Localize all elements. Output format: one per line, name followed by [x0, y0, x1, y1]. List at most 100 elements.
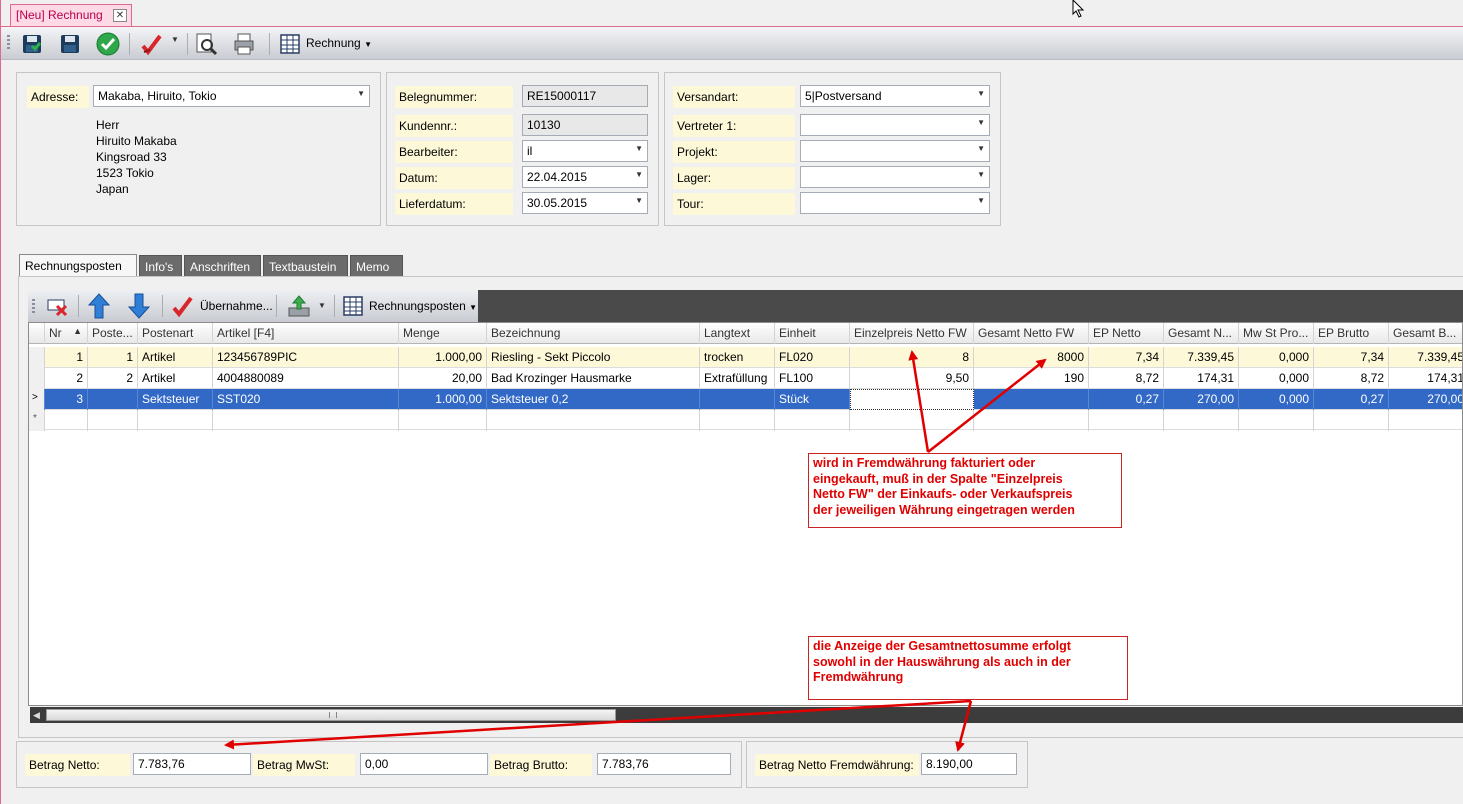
column-header-bezeichnung[interactable]: Bezeichnung	[487, 323, 700, 344]
new-row-icon[interactable]: *	[29, 410, 45, 431]
cell[interactable]: trocken	[700, 347, 775, 368]
cell[interactable]: 174,31	[1389, 368, 1462, 389]
column-header-menge[interactable]: Menge	[399, 323, 487, 344]
report-button[interactable]	[277, 31, 303, 57]
belegnummer-field[interactable]: RE15000117	[522, 85, 648, 107]
table-row[interactable]: 1 1 Artikel 123456789PIC 1.000,00 Riesli…	[29, 347, 1462, 368]
import-button[interactable]	[286, 293, 312, 319]
cell[interactable]: 270,00	[1389, 389, 1462, 410]
cell[interactable]	[775, 410, 850, 431]
tab-memo[interactable]: Memo	[350, 255, 403, 277]
chevron-down-icon[interactable]: ▼	[318, 301, 326, 310]
cell[interactable]: 190	[974, 368, 1089, 389]
report-dropdown[interactable]: Rechnung ▼	[306, 36, 372, 50]
new-row[interactable]: *	[29, 410, 1462, 431]
cell[interactable]	[700, 389, 775, 410]
cell[interactable]: Sektsteuer	[138, 389, 213, 410]
cell[interactable]: FL100	[775, 368, 850, 389]
cell[interactable]: 1	[88, 347, 138, 368]
cell[interactable]	[138, 410, 213, 431]
cell[interactable]: Sektsteuer 0,2	[487, 389, 700, 410]
cell[interactable]: 8,72	[1089, 368, 1164, 389]
column-header-artikel[interactable]: Artikel [F4]	[213, 323, 399, 344]
cell[interactable]: Bad Krozinger Hausmarke	[487, 368, 700, 389]
cell[interactable]	[850, 410, 974, 431]
cell[interactable]: 7.339,45	[1164, 347, 1239, 368]
table-row-selected[interactable]: > 3 Sektsteuer SST020 1.000,00 Sektsteue…	[29, 389, 1462, 410]
cell[interactable]	[45, 410, 88, 431]
chevron-down-icon[interactable]: ▼	[977, 118, 985, 127]
chevron-down-icon[interactable]: ▼	[635, 170, 643, 179]
move-down-button[interactable]	[126, 293, 152, 319]
delete-row-button[interactable]	[44, 293, 70, 319]
chevron-down-icon[interactable]: ▼	[635, 144, 643, 153]
column-header-nr[interactable]: Nr ▲	[45, 323, 88, 344]
cell[interactable]: Artikel	[138, 347, 213, 368]
tab-rechnungsposten[interactable]: Rechnungsposten	[19, 254, 137, 277]
cell[interactable]: 7,34	[1314, 347, 1389, 368]
cell[interactable]: 2	[88, 368, 138, 389]
cell[interactable]: 20,00	[399, 368, 487, 389]
close-icon[interactable]: ✕	[113, 9, 127, 22]
address-select[interactable]: Makaba, Hiruito, Tokio ▼	[93, 85, 370, 107]
column-header-gesamt-netto[interactable]: Gesamt N...	[1164, 323, 1239, 344]
tour-select[interactable]: ▼	[800, 192, 990, 214]
print-button[interactable]	[231, 31, 257, 57]
mwst-field[interactable]: 0,00	[360, 753, 488, 775]
column-header-gesamt-fw[interactable]: Gesamt Netto FW	[974, 323, 1089, 344]
cell[interactable]: Artikel	[138, 368, 213, 389]
cell[interactable]: 0,27	[1089, 389, 1164, 410]
column-header-posten[interactable]: Poste...	[88, 323, 138, 344]
cell[interactable]	[213, 410, 399, 431]
cell[interactable]: 0,000	[1239, 347, 1314, 368]
cell[interactable]: 7.339,45	[1389, 347, 1462, 368]
column-header-ep-brutto[interactable]: EP Brutto	[1314, 323, 1389, 344]
cell[interactable]: 1	[45, 347, 88, 368]
confirm-button[interactable]	[95, 31, 121, 57]
chevron-down-icon[interactable]: ▼	[171, 35, 179, 44]
datum-picker[interactable]: 22.04.2015 ▼	[522, 166, 648, 188]
cell[interactable]: Riesling - Sekt Piccolo	[487, 347, 700, 368]
cell[interactable]	[1389, 410, 1462, 431]
cell[interactable]	[700, 410, 775, 431]
column-header-mwst[interactable]: Mw St Pro...	[1239, 323, 1314, 344]
cell[interactable]: 9,50	[850, 368, 974, 389]
chevron-down-icon[interactable]: ▼	[635, 196, 643, 205]
current-row-icon[interactable]: >	[29, 389, 45, 410]
cell[interactable]: FL020	[775, 347, 850, 368]
chevron-down-icon[interactable]: ▼	[977, 89, 985, 98]
projekt-select[interactable]: ▼	[800, 140, 990, 162]
tab-anschriften[interactable]: Anschriften	[184, 255, 261, 277]
cell[interactable]: SST020	[213, 389, 399, 410]
chevron-down-icon[interactable]: ▼	[977, 144, 985, 153]
tab-textbaustein[interactable]: Textbaustein	[263, 255, 348, 277]
cell[interactable]	[974, 410, 1089, 431]
versandart-select[interactable]: 5|Postversand ▼	[800, 85, 990, 107]
cell[interactable]	[1164, 410, 1239, 431]
active-cell-editor[interactable]	[850, 389, 974, 410]
save-button[interactable]	[57, 31, 83, 57]
move-up-button[interactable]	[86, 293, 112, 319]
uebernahme-button[interactable]: Übernahme...	[200, 299, 273, 313]
cell[interactable]: 270,00	[1164, 389, 1239, 410]
column-header-einzelpreis-fw[interactable]: Einzelpreis Netto FW	[850, 323, 974, 344]
chevron-down-icon[interactable]: ▼	[977, 170, 985, 179]
cell[interactable]	[974, 389, 1089, 410]
cell[interactable]: Stück	[775, 389, 850, 410]
document-tab[interactable]: [Neu] Rechnung ✕	[10, 4, 132, 26]
cell[interactable]: 2	[45, 368, 88, 389]
cell[interactable]	[1239, 410, 1314, 431]
scrollbar-thumb[interactable]	[46, 709, 616, 721]
column-header-gesamt-brutto[interactable]: Gesamt B...	[1389, 323, 1462, 344]
cell[interactable]: 8000	[974, 347, 1089, 368]
bearbeiter-select[interactable]: il ▼	[522, 140, 648, 162]
cell[interactable]: 4004880089	[213, 368, 399, 389]
cell[interactable]: 0,27	[1314, 389, 1389, 410]
horizontal-scrollbar[interactable]: ◀	[30, 707, 1463, 723]
cell[interactable]: 174,31	[1164, 368, 1239, 389]
kundennr-field[interactable]: 10130	[522, 114, 648, 136]
tab-infos[interactable]: Info's	[139, 255, 182, 277]
cell[interactable]: 0,000	[1239, 389, 1314, 410]
preview-button[interactable]	[193, 31, 219, 57]
column-header-langtext[interactable]: Langtext	[700, 323, 775, 344]
